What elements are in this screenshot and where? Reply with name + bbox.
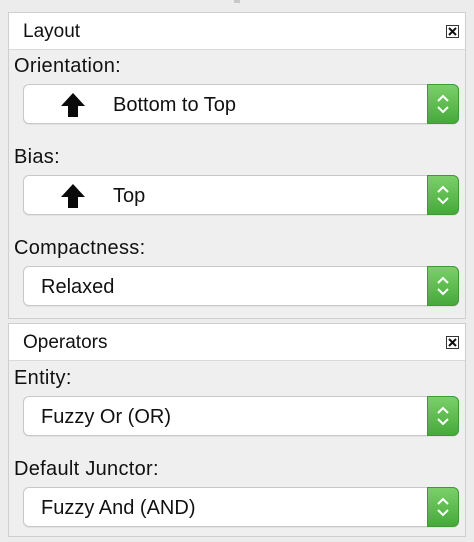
compactness-label: Compactness: xyxy=(14,237,146,259)
layout-panel-header: Layout xyxy=(9,13,465,50)
compactness-stepper[interactable] xyxy=(427,266,459,306)
entity-value: Fuzzy Or (OR) xyxy=(41,406,171,428)
default-junctor-label: Default Junctor: xyxy=(14,458,159,480)
entity-stepper[interactable] xyxy=(427,396,459,436)
chevron-up-down-icon xyxy=(437,185,449,205)
layout-panel-title: Layout xyxy=(23,21,81,42)
chevron-up-down-icon xyxy=(437,276,449,296)
default-junctor-select[interactable]: Fuzzy And (AND) xyxy=(23,487,459,527)
entity-select[interactable]: Fuzzy Or (OR) xyxy=(23,396,459,436)
close-icon[interactable] xyxy=(446,336,459,349)
bias-select[interactable]: Top xyxy=(23,175,459,215)
compactness-select[interactable]: Relaxed xyxy=(23,266,459,306)
default-junctor-stepper[interactable] xyxy=(427,487,459,527)
bias-stepper[interactable] xyxy=(427,175,459,215)
operators-panel-header: Operators xyxy=(9,324,465,361)
orientation-stepper[interactable] xyxy=(427,84,459,124)
bias-label: Bias: xyxy=(14,146,60,168)
orientation-select[interactable]: Bottom to Top xyxy=(23,84,459,124)
default-junctor-value: Fuzzy And (AND) xyxy=(41,497,196,519)
layout-panel: Layout Orientation: Bottom to Top Bias: … xyxy=(8,12,466,319)
arrow-up-icon xyxy=(61,93,85,117)
close-icon[interactable] xyxy=(446,25,459,38)
bias-value: Top xyxy=(113,185,146,207)
chevron-up-down-icon xyxy=(437,406,449,426)
orientation-label: Orientation: xyxy=(14,55,121,77)
compactness-value: Relaxed xyxy=(41,276,115,298)
arrow-up-icon xyxy=(61,184,85,208)
operators-panel-title: Operators xyxy=(23,332,108,353)
entity-label: Entity: xyxy=(14,367,72,389)
chevron-up-down-icon xyxy=(437,497,449,517)
window-grip xyxy=(234,0,240,3)
chevron-up-down-icon xyxy=(437,94,449,114)
operators-panel: Operators Entity: Fuzzy Or (OR) Default … xyxy=(8,323,466,537)
orientation-value: Bottom to Top xyxy=(113,94,237,116)
